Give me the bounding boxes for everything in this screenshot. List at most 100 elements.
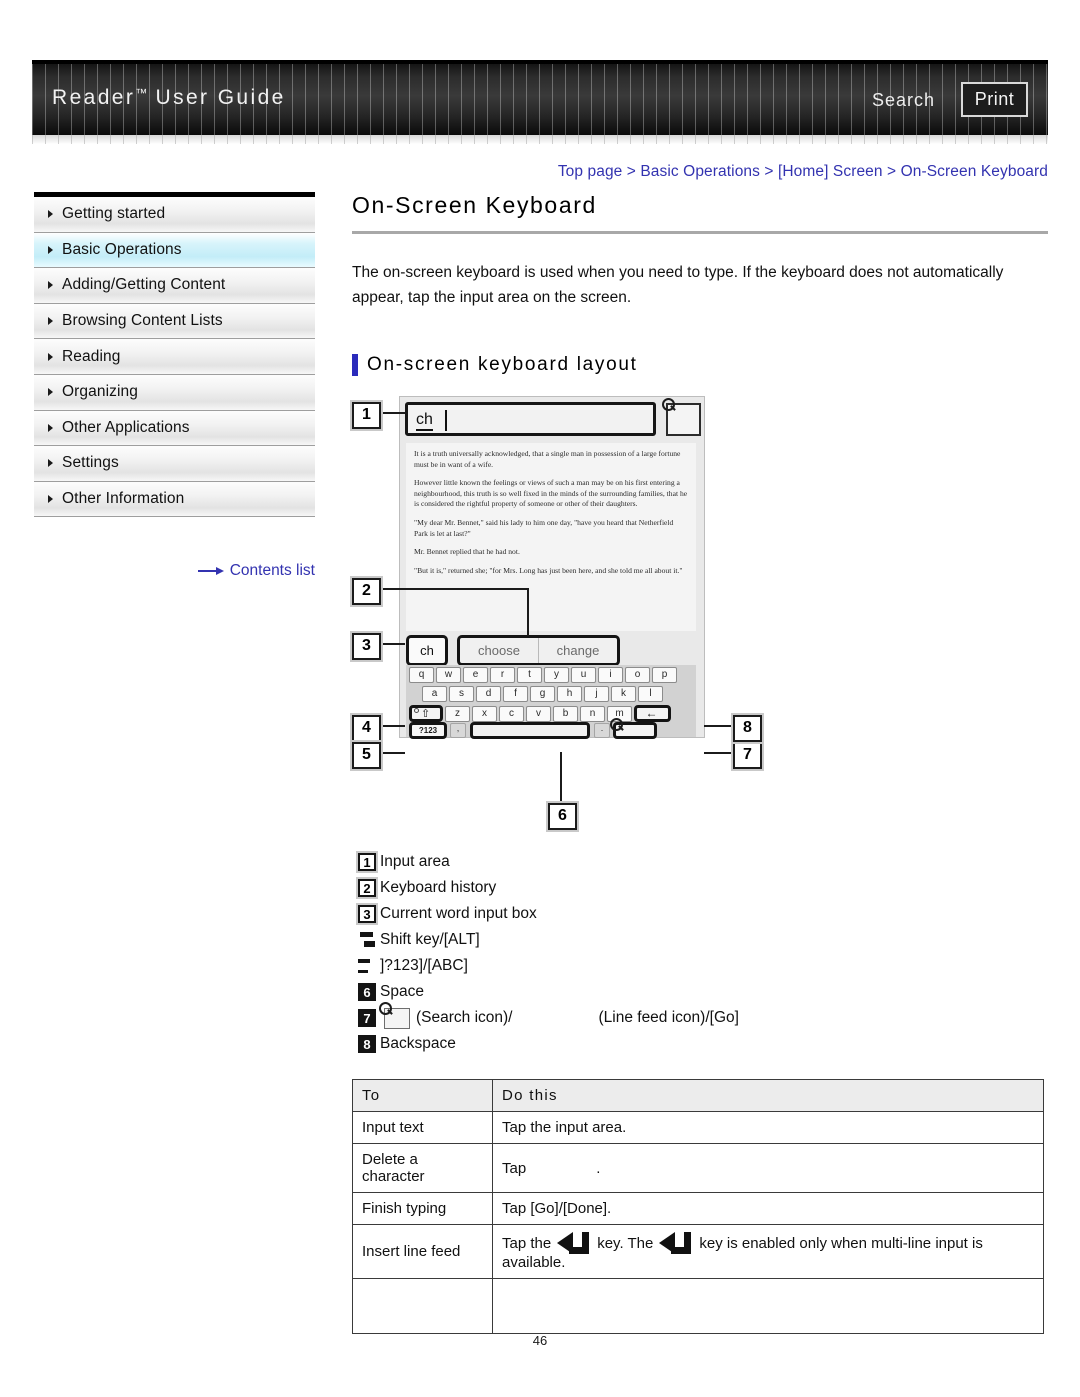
site-header: Reader™ User Guide Search Print — [32, 60, 1048, 144]
callout-1: 1 — [352, 402, 381, 429]
callout-7: 7 — [733, 742, 762, 769]
period-key[interactable]: . — [594, 723, 610, 738]
key-q[interactable]: q — [409, 667, 434, 683]
contents-list-link[interactable]: Contents list — [197, 562, 315, 580]
key-o[interactable]: o — [625, 667, 650, 683]
key-b[interactable]: b — [553, 705, 578, 722]
keyboard-row-2: a s d f g h j k l — [406, 686, 711, 702]
key-p[interactable]: p — [652, 667, 677, 683]
table-row — [352, 1278, 1044, 1334]
sidebar-item-browsing-content-lists[interactable]: Browsing Content Lists — [34, 303, 315, 340]
search-link[interactable]: Search — [872, 90, 935, 111]
callout-5: 5 — [352, 742, 381, 769]
bullet-icon — [48, 423, 53, 432]
key-h[interactable]: h — [557, 686, 582, 702]
key-l[interactable]: l — [638, 686, 663, 702]
bullet-icon — [48, 495, 53, 504]
search-icon — [384, 1007, 410, 1029]
main-content: On-Screen Keyboard The on-screen keyboar… — [352, 192, 1048, 1334]
key-k[interactable]: k — [611, 686, 636, 702]
breadcrumb[interactable]: Top page > Basic Operations > [Home] Scr… — [558, 163, 1048, 181]
suggestion-item[interactable]: change — [538, 638, 617, 663]
keyboard-row-4: ?123 , . — [406, 722, 698, 739]
table-cell-do-part-b: key. The — [597, 1235, 654, 1252]
search-go-key[interactable] — [613, 722, 657, 739]
key-i[interactable]: i — [598, 667, 623, 683]
key-t[interactable]: t — [517, 667, 542, 683]
table-header-to: To — [352, 1079, 493, 1112]
sidebar-item-organizing[interactable]: Organizing — [34, 374, 315, 411]
legend-marker-8: 8 — [358, 1035, 376, 1053]
key-j[interactable]: j — [584, 686, 609, 702]
bullet-icon — [48, 317, 53, 326]
suggestion-group: choose change — [457, 635, 620, 666]
table-cell-to: Input text — [352, 1111, 493, 1144]
backspace-key[interactable]: ← — [634, 705, 671, 722]
search-input[interactable]: ch — [405, 402, 656, 436]
symbols-key[interactable]: ?123 — [409, 722, 447, 739]
intro-paragraph: The on-screen keyboard is used when you … — [352, 264, 1004, 306]
text-caret — [445, 410, 447, 431]
table-cell-do: Tap the input area. — [492, 1111, 1044, 1144]
legend-marker-2: 2 — [358, 879, 376, 897]
table-cell-do-suffix: . — [596, 1159, 601, 1177]
legend-marker-7: 7 — [358, 1009, 376, 1027]
leader-line-4 — [379, 725, 405, 727]
bullet-icon — [48, 459, 53, 468]
legend-marker-5 — [358, 957, 376, 975]
legend-marker-6: 6 — [358, 983, 376, 1001]
sidebar-item-adding-getting-content[interactable]: Adding/Getting Content — [34, 268, 315, 304]
key-v[interactable]: v — [526, 705, 551, 722]
key-s[interactable]: s — [449, 686, 474, 702]
legend-label: Input area — [380, 853, 450, 870]
comma-key[interactable]: , — [450, 723, 466, 738]
backspace-arrow-icon: ← — [645, 705, 658, 720]
bullet-icon — [48, 388, 53, 397]
callout-6: 6 — [548, 803, 577, 830]
legend-label: Keyboard history — [380, 879, 497, 896]
key-w[interactable]: w — [436, 667, 461, 683]
key-f[interactable]: f — [503, 686, 528, 702]
search-button[interactable] — [666, 403, 701, 436]
reader-body-text: It is a truth universally acknowledged, … — [406, 443, 696, 631]
shift-indicator-dot — [414, 708, 419, 713]
legend-label: ]?123]/[ABC] — [380, 957, 468, 974]
page-title: On-Screen Keyboard — [352, 192, 597, 218]
key-e[interactable]: e — [463, 667, 488, 683]
key-u[interactable]: u — [571, 667, 596, 683]
leader-line-2 — [379, 588, 529, 590]
reader-paragraph: Mr. Bennet replied that he had not. — [414, 547, 520, 557]
legend-item-space: 6 Space — [358, 979, 1048, 1005]
key-g[interactable]: g — [530, 686, 555, 702]
sidebar-item-other-information[interactable]: Other Information — [34, 481, 315, 518]
shift-key[interactable]: ⇧ — [409, 705, 443, 722]
key-x[interactable]: x — [472, 705, 497, 722]
key-y[interactable]: y — [544, 667, 569, 683]
bullet-icon — [48, 281, 53, 290]
current-word-input-box[interactable]: ch — [406, 635, 448, 666]
suggestion-item[interactable]: choose — [460, 638, 538, 663]
callout-8: 8 — [733, 715, 762, 742]
key-c[interactable]: c — [499, 705, 524, 722]
sidebar-item-other-applications[interactable]: Other Applications — [34, 410, 315, 447]
sidebar-item-getting-started[interactable]: Getting started — [34, 197, 315, 233]
trademark-symbol: ™ — [135, 86, 148, 100]
line-feed-icon-bar — [569, 1247, 590, 1254]
key-z[interactable]: z — [445, 705, 470, 722]
key-n[interactable]: n — [580, 705, 605, 722]
sidebar-item-settings[interactable]: Settings — [34, 446, 315, 482]
sidebar-item-basic-operations[interactable]: Basic Operations — [34, 232, 315, 269]
key-d[interactable]: d — [476, 686, 501, 702]
sidebar-item-reading[interactable]: Reading — [34, 339, 315, 375]
print-button[interactable]: Print — [961, 82, 1028, 117]
legend-item-current-word-box: 3 Current word input box — [358, 901, 1048, 927]
key-a[interactable]: a — [422, 686, 447, 702]
legend-item-backspace: 8 Backspace — [358, 1031, 1048, 1057]
legend-item-input-area: 1 Input area — [358, 849, 1048, 875]
key-r[interactable]: r — [490, 667, 515, 683]
arrow-right-icon — [197, 566, 224, 576]
sidebar-item-label: Browsing Content Lists — [62, 312, 223, 330]
title-divider — [352, 231, 1048, 234]
space-key[interactable] — [470, 722, 590, 739]
sidebar-item-label: Other Information — [62, 490, 185, 508]
